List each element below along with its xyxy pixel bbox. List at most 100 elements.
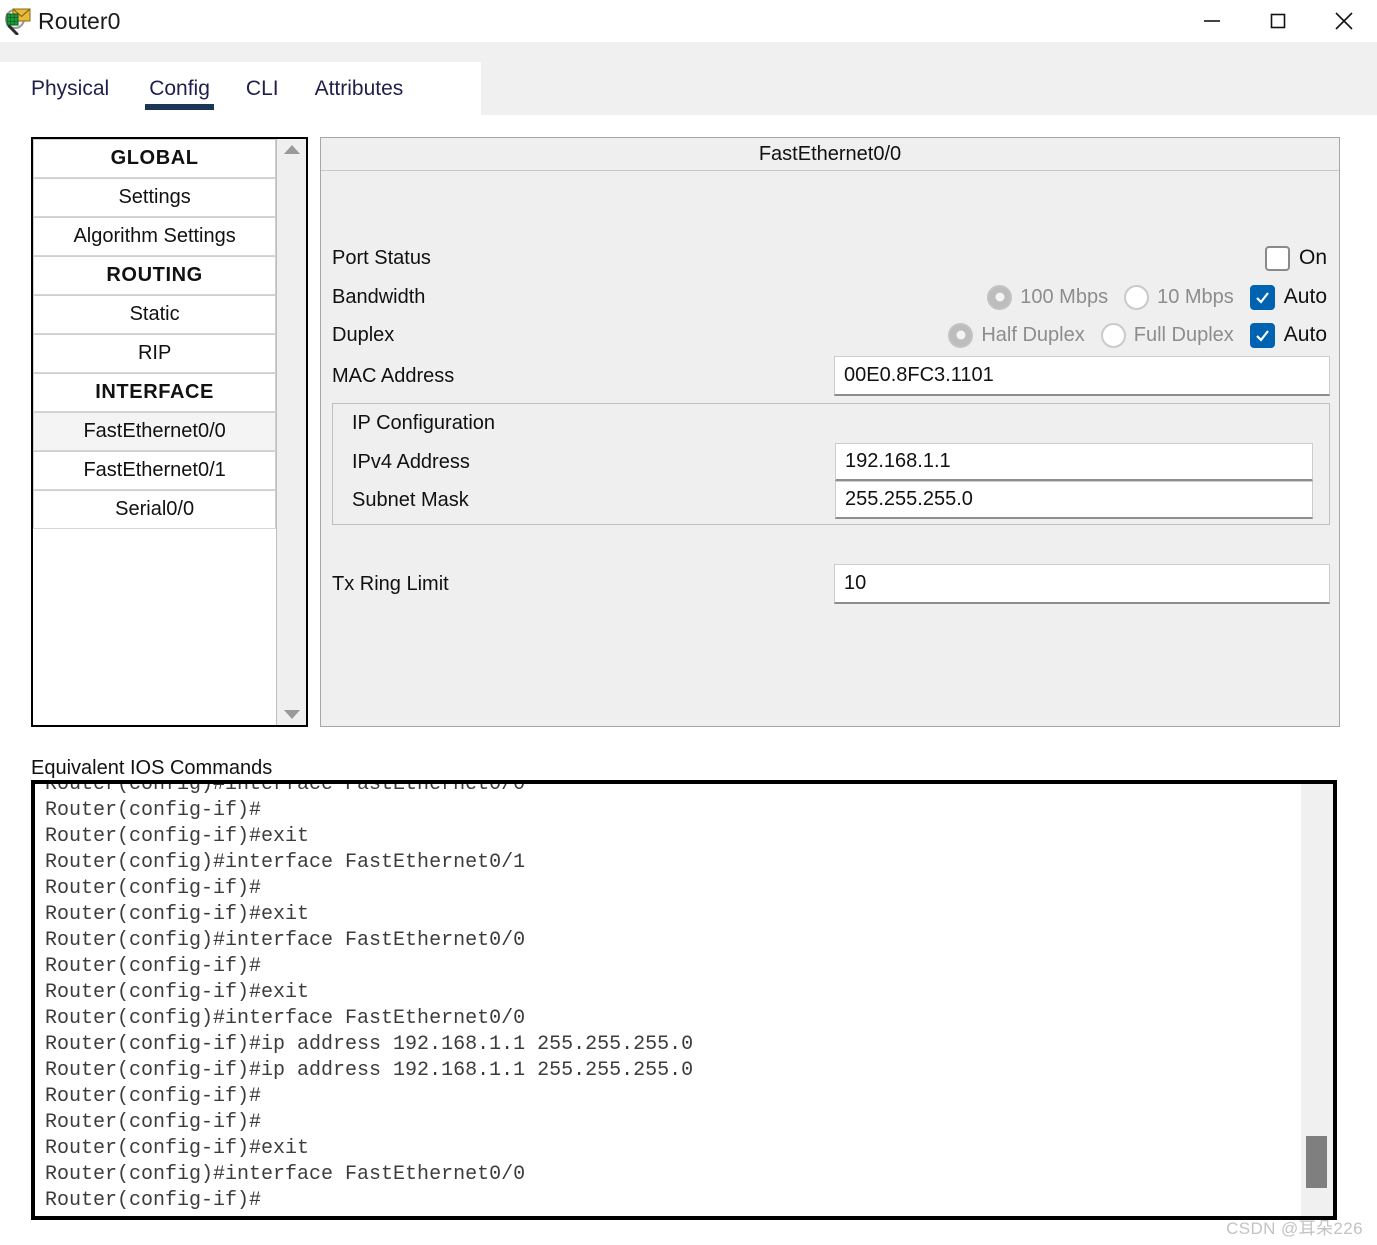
port-status-label: Port Status [332, 246, 431, 269]
ios-commands-lines: Router(config)#interface FastEthernet0/0… [45, 784, 1301, 1214]
bandwidth-radio-100mbps-label: 100 Mbps [1020, 285, 1109, 308]
sidebar-header-interface: INTERFACE [33, 373, 277, 412]
console-line: Router(config-if)#exit [45, 1137, 310, 1160]
sidebar-item-fastethernet0-0[interactable]: FastEthernet0/0 [33, 412, 277, 451]
scroll-down-arrow-icon[interactable] [283, 710, 300, 719]
console-line: Router(config-if)#ip address 192.168.1.1… [45, 1059, 694, 1082]
sidebar-label: Settings [118, 186, 191, 208]
bandwidth-radio-10mbps[interactable] [1124, 284, 1150, 310]
tab-physical[interactable]: Physical [0, 62, 131, 115]
console-line: Router(config-if)# [45, 877, 262, 900]
sidebar-label: FastEthernet0/0 [83, 420, 226, 442]
duplex-radio-group: Half Duplex Full Duplex [948, 322, 1249, 348]
bandwidth-radio-100mbps[interactable] [987, 284, 1013, 310]
config-sidebar: GLOBAL Settings Algorithm Settings ROUTI… [31, 137, 308, 727]
console-line: Router(config-if)# [45, 799, 262, 822]
ios-commands-console[interactable]: Router(config)#interface FastEthernet0/0… [31, 780, 1337, 1220]
console-line: Router(config)#interface FastEthernet0/0 [45, 1007, 526, 1030]
mac-address-input[interactable]: 00E0.8FC3.1101 [834, 356, 1330, 396]
ipv4-address-input[interactable]: 192.168.1.1 [835, 443, 1313, 481]
row-port-status: Port Status On [321, 239, 1339, 277]
tab-cli-label: CLI [245, 76, 279, 100]
row-mac-address: MAC Address 00E0.8FC3.1101 [321, 356, 1339, 396]
subnet-mask-label: Subnet Mask [352, 488, 469, 511]
sidebar-item-static[interactable]: Static [33, 295, 277, 334]
sidebar-label: FastEthernet0/1 [83, 459, 226, 481]
sidebar-label: Static [129, 303, 180, 325]
window-controls [1179, 0, 1377, 42]
row-duplex: Duplex Half Duplex Full Duplex Auto [321, 316, 1339, 354]
console-line: Router(config-if)#exit [45, 903, 310, 926]
tab-config[interactable]: Config [131, 62, 228, 115]
tx-ring-limit-label: Tx Ring Limit [332, 572, 449, 595]
console-scrollbar-thumb[interactable] [1306, 1136, 1327, 1188]
bandwidth-auto-checkbox[interactable] [1249, 284, 1275, 310]
duplex-auto-label: Auto [1283, 323, 1327, 346]
console-scrollbar[interactable] [1301, 784, 1333, 1216]
bandwidth-radio-10mbps-label: 10 Mbps [1157, 285, 1234, 308]
sidebar-label: ROUTING [106, 264, 203, 286]
row-bandwidth: Bandwidth 100 Mbps 10 Mbps Auto [321, 278, 1339, 316]
tab-cli[interactable]: CLI [228, 62, 297, 115]
tab-underline [145, 104, 214, 110]
sidebar-scrollbar[interactable] [276, 139, 306, 725]
sidebar-label: GLOBAL [110, 147, 199, 169]
console-line: Router(config-if)# [45, 1111, 262, 1134]
console-line: Router(config)#interface FastEthernet0/0 [45, 929, 526, 952]
duplex-radio-half[interactable] [948, 322, 974, 348]
console-line: Router(config)#interface FastEthernet0/0 [45, 784, 526, 796]
ip-configuration-title: IP Configuration [352, 412, 496, 434]
sidebar-item-serial0-0[interactable]: Serial0/0 [33, 490, 277, 529]
sidebar-label: Algorithm Settings [73, 225, 236, 247]
duplex-auto-checkbox[interactable] [1249, 322, 1275, 348]
sidebar-item-settings[interactable]: Settings [33, 178, 277, 217]
console-line: Router(config)#interface FastEthernet0/1 [45, 851, 526, 874]
sidebar-list: GLOBAL Settings Algorithm Settings ROUTI… [33, 139, 277, 725]
console-line: Router(config-if)# [45, 955, 262, 978]
port-status-control: On [1264, 245, 1327, 271]
tab-strip: Physical Config CLI Attributes [0, 42, 1377, 115]
console-line: Router(config-if)#ip address 192.168.1.1… [45, 1033, 694, 1056]
duplex-radio-half-label: Half Duplex [981, 323, 1085, 346]
packet-tracer-inspect-icon [4, 7, 32, 36]
duplex-radio-full-label: Full Duplex [1133, 323, 1234, 346]
sidebar-header-global: GLOBAL [33, 139, 277, 178]
watermark: CSDN @耳朵226 [1226, 1219, 1363, 1238]
tab-config-label: Config [149, 76, 210, 100]
bandwidth-control: 100 Mbps 10 Mbps Auto [987, 284, 1327, 310]
subnet-mask-input[interactable]: 255.255.255.0 [835, 481, 1313, 519]
sidebar-item-algorithm-settings[interactable]: Algorithm Settings [33, 217, 277, 256]
sidebar-header-routing: ROUTING [33, 256, 277, 295]
console-line: Router(config-if)#exit [45, 981, 310, 1004]
minimize-button[interactable] [1179, 0, 1245, 42]
sidebar-item-fastethernet0-1[interactable]: FastEthernet0/1 [33, 451, 277, 490]
row-tx-ring-limit: Tx Ring Limit 10 [321, 564, 1339, 604]
tx-ring-limit-input[interactable]: 10 [834, 564, 1330, 604]
sidebar-label: INTERFACE [95, 381, 214, 403]
duplex-radio-full[interactable] [1100, 322, 1126, 348]
config-content: GLOBAL Settings Algorithm Settings ROUTI… [0, 115, 1377, 747]
ipv4-address-label: IPv4 Address [352, 450, 470, 473]
duplex-control: Half Duplex Full Duplex Auto [948, 322, 1327, 348]
row-ipv4-address: IPv4 Address 192.168.1.1 [333, 443, 1329, 481]
port-status-checkbox[interactable] [1264, 245, 1290, 271]
interface-config-panel: FastEthernet0/0 Port Status On Bandwidth [320, 137, 1340, 727]
row-subnet-mask: Subnet Mask 255.255.255.0 [333, 481, 1329, 519]
tab-attributes-label: Attributes [314, 76, 404, 100]
ip-configuration-group: IP Configuration IPv4 Address 192.168.1.… [332, 403, 1330, 525]
ios-commands-text-area[interactable]: Router(config)#interface FastEthernet0/0… [35, 784, 1301, 1216]
console-line: Router(config-if)#exit [45, 825, 310, 848]
title-bar: Router0 [0, 0, 1377, 42]
bandwidth-auto-label: Auto [1283, 285, 1327, 308]
console-line: Router(config-if)# [45, 1189, 262, 1212]
sidebar-item-rip[interactable]: RIP [33, 334, 277, 373]
scroll-up-arrow-icon[interactable] [283, 145, 300, 154]
sidebar-label: Serial0/0 [115, 498, 195, 520]
duplex-label: Duplex [332, 323, 395, 346]
maximize-button[interactable] [1245, 0, 1311, 42]
console-line: Router(config-if)# [45, 1085, 262, 1108]
close-button[interactable] [1311, 0, 1377, 42]
tab-attributes[interactable]: Attributes [297, 62, 422, 115]
tab-physical-label: Physical [31, 76, 110, 100]
panel-title: FastEthernet0/0 [321, 138, 1339, 171]
